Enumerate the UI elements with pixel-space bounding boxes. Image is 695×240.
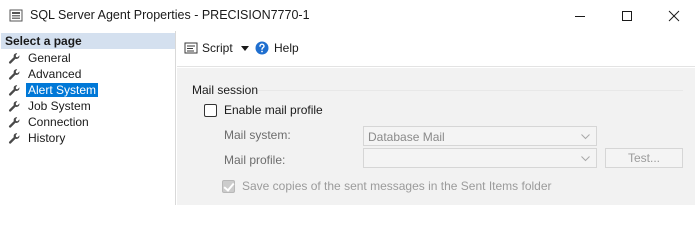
page-item-label: Job System (28, 99, 91, 113)
close-icon (668, 10, 680, 21)
page-item-label: History (28, 131, 66, 145)
wrench-icon (8, 132, 20, 144)
select-page-header: Select a page (1, 33, 175, 49)
wrench-icon (8, 116, 20, 128)
checkbox-box[interactable] (204, 103, 217, 117)
help-label: Help (274, 41, 299, 55)
maximize-button[interactable] (604, 0, 650, 31)
enable-mail-profile-checkbox[interactable]: Enable mail profile (204, 103, 323, 117)
page-item-general[interactable]: General (0, 50, 176, 66)
alert-system-content: Mail session Enable mail profile Mail sy… (177, 68, 695, 205)
title-bar[interactable]: SQL Server Agent Properties - PRECISION7… (0, 0, 695, 31)
wrench-icon (8, 84, 20, 96)
page-item-label: General (28, 51, 71, 65)
chevron-down-icon (581, 134, 590, 140)
dropdown-arrow-icon[interactable] (240, 45, 249, 51)
help-icon (255, 41, 269, 55)
toolbar: Script Help (177, 31, 695, 67)
save-copies-checkbox[interactable]: Save copies of the sent messages in the … (222, 179, 552, 193)
script-icon (184, 42, 198, 54)
page-item-label: Alert System (26, 83, 99, 97)
mail-profile-select[interactable] (363, 148, 597, 168)
mail-session-group-title: Mail session (192, 83, 259, 97)
properties-window: SQL Server Agent Properties - PRECISION7… (0, 0, 695, 205)
script-button[interactable]: Script (184, 41, 249, 55)
script-label: Script (202, 41, 233, 55)
page-item-history[interactable]: History (0, 130, 176, 146)
page-item-label: Advanced (28, 67, 82, 81)
mail-profile-label: Mail profile: (224, 153, 286, 167)
page-item-advanced[interactable]: Advanced (0, 66, 176, 82)
checkbox-box[interactable] (222, 179, 235, 193)
wrench-icon (8, 52, 20, 64)
mail-system-value: Database Mail (368, 130, 445, 144)
page-item-job-system[interactable]: Job System (0, 98, 176, 114)
minimize-icon (575, 15, 585, 17)
app-icon (9, 9, 23, 22)
enable-mail-profile-label: Enable mail profile (224, 103, 323, 117)
page-item-alert-system[interactable]: Alert System (0, 82, 176, 98)
wrench-icon (8, 68, 20, 80)
test-button[interactable]: Test... (605, 148, 683, 168)
wrench-icon (8, 100, 20, 112)
page-list: General Advanced Alert System Job System (0, 50, 176, 146)
minimize-button[interactable] (557, 0, 603, 31)
page-item-label: Connection (28, 115, 89, 129)
mail-system-select[interactable]: Database Mail (363, 126, 597, 146)
page-item-connection[interactable]: Connection (0, 114, 176, 130)
close-button[interactable] (651, 0, 695, 31)
help-button[interactable]: Help (255, 41, 299, 55)
save-copies-label: Save copies of the sent messages in the … (242, 179, 552, 193)
group-divider (258, 90, 683, 91)
window-title: SQL Server Agent Properties - PRECISION7… (30, 8, 310, 22)
chevron-down-icon (581, 156, 590, 162)
maximize-icon (622, 10, 632, 21)
page-selector-pane: Select a page General Advanced Alert Sys… (0, 31, 176, 205)
mail-system-label: Mail system: (224, 128, 291, 142)
